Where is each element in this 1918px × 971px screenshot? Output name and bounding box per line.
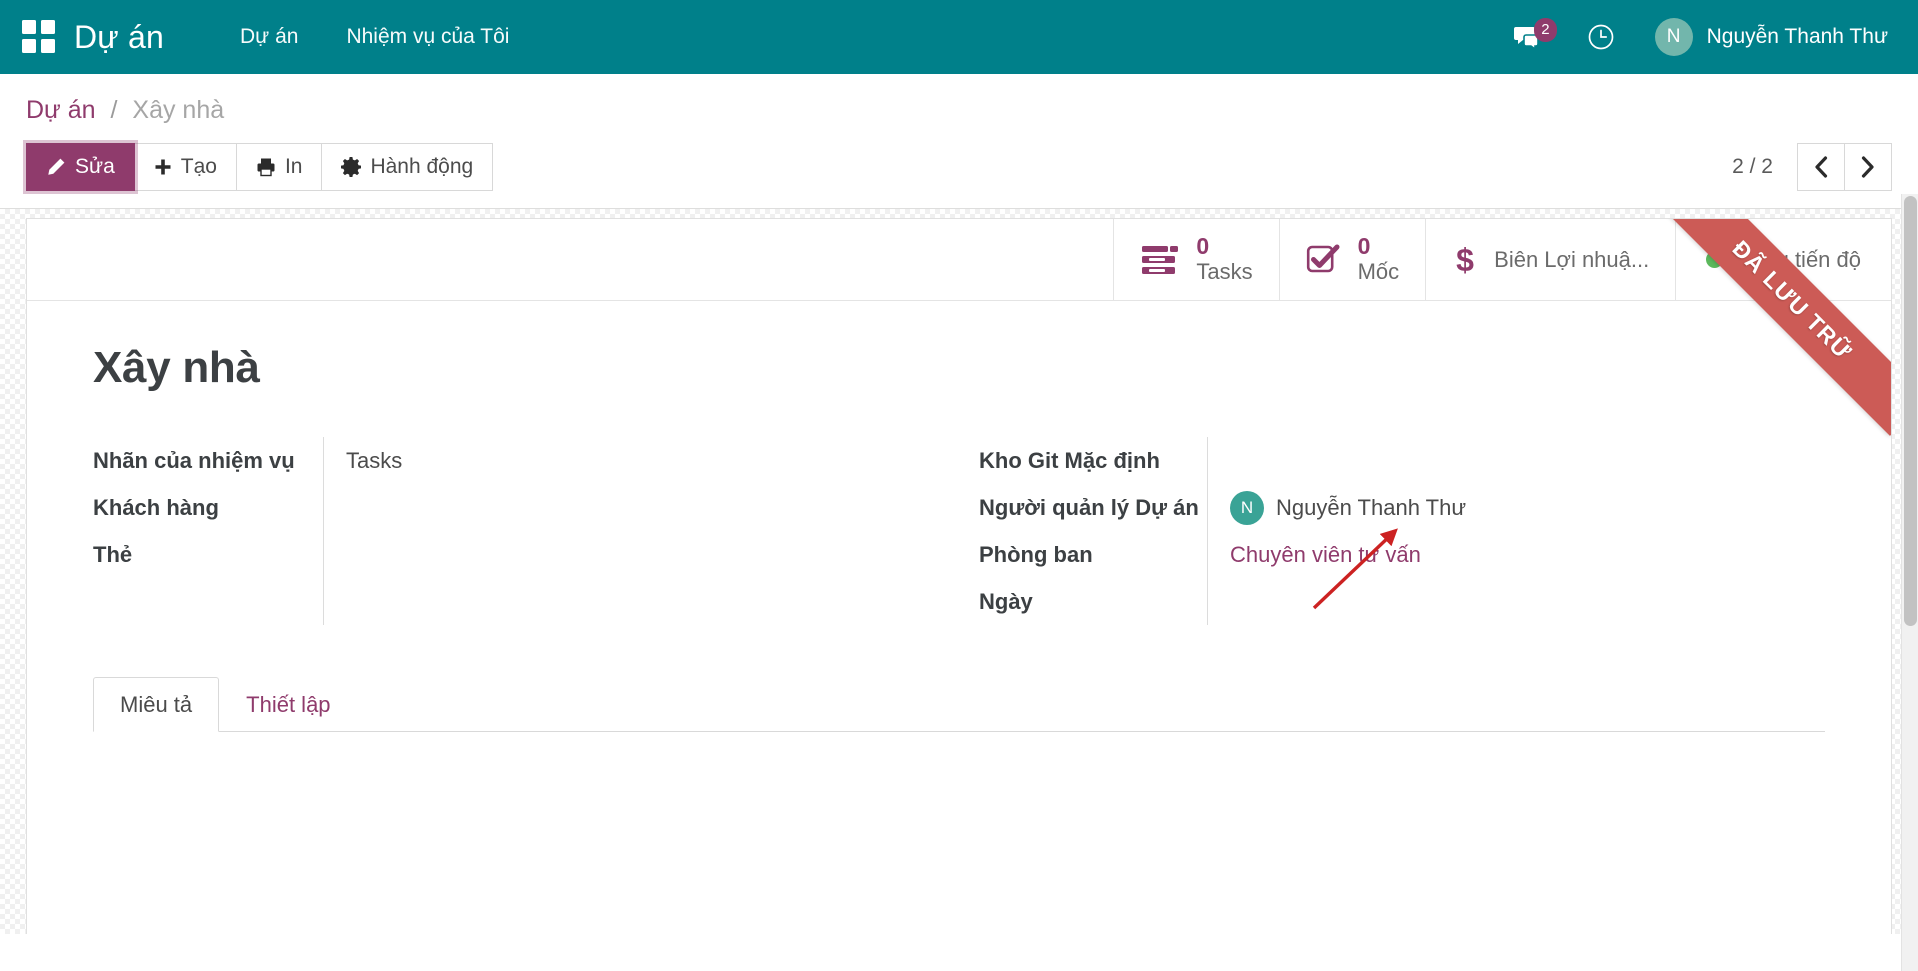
field-value-project-manager[interactable]: N Nguyễn Thanh Thư	[1230, 484, 1845, 531]
stat-value-milestones: 0	[1358, 234, 1400, 260]
pencil-icon	[46, 157, 66, 177]
stat-value-tasks: 0	[1196, 234, 1252, 260]
app-brand-title[interactable]: Dự án	[74, 19, 164, 56]
user-menu[interactable]: N Nguyễn Thanh Thư	[1637, 12, 1892, 62]
avatar: N	[1655, 18, 1693, 56]
notebook-panel-description[interactable]	[93, 732, 1825, 892]
action-button-label: Hành động	[370, 156, 473, 177]
notebook-tab-strip: Miêu tả Thiết lập	[93, 677, 1825, 732]
form-columns: Nhãn của nhiệm vụ Khách hàng Thẻ Tasks K…	[73, 437, 1845, 625]
check-square-icon	[1306, 243, 1342, 277]
form-column-right: Kho Git Mặc định Người quản lý Dự án Phò…	[959, 437, 1845, 625]
tasks-list-icon	[1140, 243, 1180, 277]
field-value-customer[interactable]	[346, 484, 959, 531]
nav-item-projects[interactable]: Dự án	[216, 15, 322, 59]
stat-buttons-row: 0 Tasks 0 Mốc $	[27, 219, 1891, 301]
status-badge[interactable]: Đúng tiến độ	[1675, 219, 1891, 300]
stat-button-profitability[interactable]: $ Biên Lợi nhuậ...	[1425, 219, 1675, 300]
stat-label-milestones: Mốc	[1358, 260, 1400, 285]
top-navbar: Dự án Dự án Nhiệm vụ của Tôi 2 N Nguyễn …	[0, 0, 1918, 74]
apps-grid-icon[interactable]	[22, 20, 56, 54]
field-value-git-repo[interactable]	[1230, 437, 1845, 484]
gear-icon	[341, 157, 361, 177]
field-value-task-label[interactable]: Tasks	[346, 437, 959, 484]
pager-next-button[interactable]	[1844, 143, 1892, 191]
stat-label-profitability: Biên Lợi nhuậ...	[1494, 247, 1649, 273]
breadcrumb-item-root[interactable]: Dự án	[26, 96, 96, 124]
tab-description[interactable]: Miêu tả	[93, 677, 219, 732]
sheet-body: Xây nhà Nhãn của nhiệm vụ Khách hàng Thẻ…	[27, 301, 1891, 892]
scrollbar-thumb[interactable]	[1904, 196, 1917, 626]
avatar: N	[1230, 491, 1264, 525]
form-labels-right: Kho Git Mặc định Người quản lý Dự án Phò…	[959, 437, 1207, 625]
printer-icon	[256, 157, 276, 177]
form-values-left: Tasks	[323, 437, 959, 625]
form-column-left: Nhãn của nhiệm vụ Khách hàng Thẻ Tasks	[73, 437, 959, 625]
vertical-scrollbar[interactable]: ▲	[1901, 194, 1918, 971]
dollar-sign-icon: $	[1452, 242, 1478, 278]
stat-button-tasks[interactable]: 0 Tasks	[1113, 219, 1278, 300]
svg-text:$: $	[1456, 242, 1474, 278]
create-button[interactable]: Tạo	[134, 143, 237, 191]
breadcrumb-separator: /	[111, 96, 118, 124]
edit-button-label: Sửa	[75, 156, 115, 177]
print-button-label: In	[285, 156, 303, 177]
field-label-tags: Thẻ	[93, 531, 323, 578]
nav-item-my-tasks[interactable]: Nhiệm vụ của Tôi	[322, 15, 533, 59]
record-pager: 2 / 2	[1732, 143, 1892, 191]
field-value-tags[interactable]	[346, 531, 959, 578]
field-value-date[interactable]	[1230, 578, 1845, 625]
plus-icon	[154, 158, 172, 176]
pager-previous-button[interactable]	[1797, 143, 1845, 191]
status-badge-label: Đúng tiến độ	[1736, 247, 1861, 273]
page-title: Xây nhà	[93, 343, 1845, 393]
control-panel: Dự án / Xây nhà Sửa Tạo	[0, 74, 1918, 209]
form-view-content: 0 Tasks 0 Mốc $	[0, 209, 1918, 934]
control-panel-buttons-row: Sửa Tạo In Hàn	[26, 143, 1892, 208]
field-label-department: Phòng ban	[979, 531, 1207, 578]
stat-button-tasks-text: 0 Tasks	[1196, 234, 1252, 284]
messages-count-badge: 2	[1534, 18, 1556, 42]
activity-button[interactable]	[1565, 15, 1637, 59]
status-dot-icon	[1706, 251, 1723, 268]
edit-button[interactable]: Sửa	[26, 143, 135, 191]
messages-button[interactable]: 2	[1491, 16, 1565, 58]
print-button[interactable]: In	[236, 143, 323, 191]
user-name-label: Nguyễn Thanh Thư	[1707, 25, 1888, 49]
navbar-right-tools: 2 N Nguyễn Thanh Thư	[1491, 12, 1892, 62]
navbar-menu: Dự án Nhiệm vụ của Tôi	[216, 15, 533, 59]
breadcrumb-item-current: Xây nhà	[132, 96, 224, 124]
action-button[interactable]: Hành động	[321, 143, 493, 191]
stat-button-milestones-text: 0 Mốc	[1358, 234, 1400, 284]
create-button-label: Tạo	[181, 156, 217, 177]
record-sheet: 0 Tasks 0 Mốc $	[26, 218, 1892, 934]
field-label-git-repo: Kho Git Mặc định	[979, 437, 1207, 484]
stat-label-tasks: Tasks	[1196, 260, 1252, 285]
tab-settings[interactable]: Thiết lập	[219, 677, 357, 732]
record-action-buttons: Sửa Tạo In Hàn	[26, 143, 493, 191]
form-values-right: N Nguyễn Thanh Thư Chuyên viên tư vấn	[1207, 437, 1845, 625]
field-value-department[interactable]: Chuyên viên tư vấn	[1230, 531, 1845, 578]
clock-icon	[1587, 23, 1615, 51]
field-label-date: Ngày	[979, 578, 1207, 625]
breadcrumb: Dự án / Xây nhà	[26, 96, 1892, 125]
stat-button-milestones[interactable]: 0 Mốc	[1279, 219, 1426, 300]
chevron-left-icon	[1813, 156, 1829, 178]
pager-counter: 2 / 2	[1732, 155, 1773, 179]
field-label-project-manager: Người quản lý Dự án	[979, 484, 1207, 531]
notebook: Miêu tả Thiết lập	[93, 677, 1825, 892]
field-label-task-label: Nhãn của nhiệm vụ	[93, 437, 323, 484]
field-label-customer: Khách hàng	[93, 484, 323, 531]
field-value-project-manager-name: Nguyễn Thanh Thư	[1276, 495, 1466, 521]
form-labels-left: Nhãn của nhiệm vụ Khách hàng Thẻ	[73, 437, 323, 625]
chevron-right-icon	[1860, 156, 1876, 178]
